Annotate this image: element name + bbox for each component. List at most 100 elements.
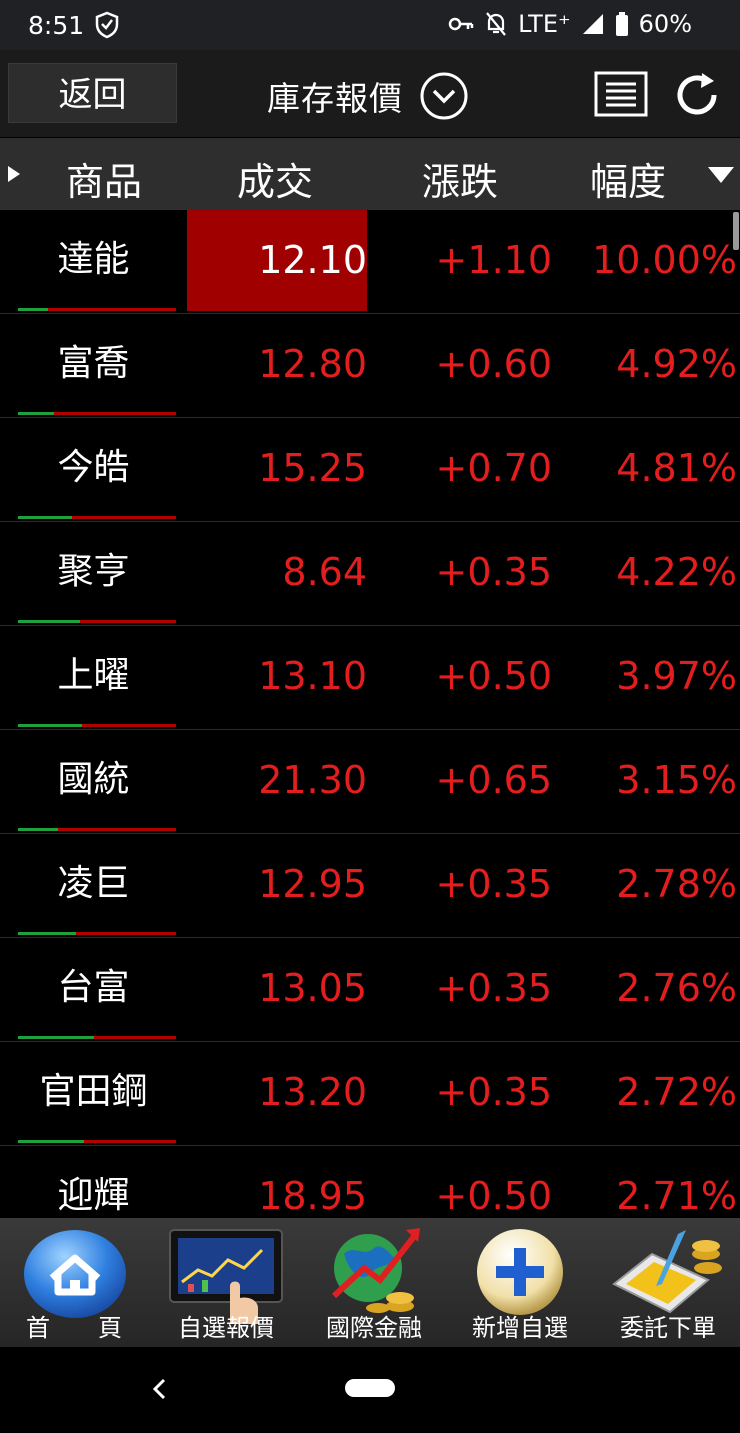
home-icon bbox=[24, 1230, 126, 1318]
bid-ask-bar bbox=[18, 516, 176, 519]
stock-name: 聚亨 bbox=[57, 551, 130, 592]
table-row[interactable]: 國統 21.30 +0.65 3.15% bbox=[0, 730, 740, 834]
table-row[interactable]: 凌巨 12.95 +0.35 2.78% bbox=[0, 834, 740, 938]
bid-ask-bar bbox=[18, 308, 176, 311]
percent-cell: 3.97% bbox=[616, 654, 737, 698]
refresh-icon[interactable] bbox=[672, 71, 724, 119]
change-cell: +0.65 bbox=[435, 758, 552, 802]
bid-ask-bar bbox=[18, 724, 176, 727]
percent-cell: 2.76% bbox=[616, 966, 737, 1010]
price-cell: 12.10 bbox=[187, 210, 367, 311]
bid-ask-bar bbox=[18, 828, 176, 831]
nav-home[interactable]: 首 頁 bbox=[10, 1218, 138, 1347]
status-bar: 8:51 LTE⁺ 60% bbox=[0, 0, 740, 50]
percent-cell: 10.00% bbox=[592, 238, 737, 282]
change-cell: +0.50 bbox=[435, 1174, 552, 1218]
bid-ask-bar bbox=[18, 412, 176, 415]
header-change[interactable]: 漲跌 bbox=[422, 151, 498, 206]
stock-name: 達能 bbox=[57, 239, 130, 280]
bid-ask-bar bbox=[18, 1140, 176, 1143]
percent-cell: 3.15% bbox=[616, 758, 737, 802]
nav-home-label: 首 頁 bbox=[26, 1314, 122, 1342]
signal-icon bbox=[582, 14, 603, 34]
table-row[interactable]: 迎輝 18.95 +0.50 2.71% bbox=[0, 1146, 740, 1218]
change-cell: +0.35 bbox=[435, 966, 552, 1010]
price-cell: 12.95 bbox=[258, 862, 367, 906]
back-button[interactable]: 返回 bbox=[8, 63, 177, 123]
price-cell: 15.25 bbox=[258, 446, 367, 490]
nav-international-label: 國際金融 bbox=[326, 1314, 422, 1342]
battery-icon bbox=[615, 12, 628, 36]
percent-cell: 2.72% bbox=[616, 1070, 737, 1114]
table-row[interactable]: 今皓 15.25 +0.70 4.81% bbox=[0, 418, 740, 522]
shield-icon bbox=[95, 11, 119, 39]
percent-cell: 4.22% bbox=[616, 550, 737, 594]
percent-cell: 2.78% bbox=[616, 862, 737, 906]
stock-name: 上曜 bbox=[57, 655, 130, 696]
change-cell: +0.70 bbox=[435, 446, 552, 490]
system-nav-bar bbox=[0, 1347, 740, 1433]
change-cell: +0.35 bbox=[435, 862, 552, 906]
chevron-down-circle-icon[interactable] bbox=[419, 71, 469, 121]
order-tablet-icon bbox=[612, 1230, 722, 1314]
change-cell: +0.35 bbox=[435, 550, 552, 594]
nav-add-label: 新增自選 bbox=[472, 1314, 568, 1342]
header-product[interactable]: 商品 bbox=[66, 151, 142, 206]
stock-name: 迎輝 bbox=[57, 1175, 130, 1216]
change-cell: +1.10 bbox=[435, 238, 552, 282]
percent-cell: 2.71% bbox=[616, 1174, 737, 1218]
table-row[interactable]: 官田鋼 13.20 +0.35 2.72% bbox=[0, 1042, 740, 1146]
percent-cell: 4.92% bbox=[616, 342, 737, 386]
plus-circle-icon bbox=[477, 1229, 563, 1315]
table-row[interactable]: 富喬 12.80 +0.60 4.92% bbox=[0, 314, 740, 418]
nav-international[interactable]: 國際金融 bbox=[306, 1218, 442, 1347]
nav-order-label: 委託下單 bbox=[620, 1314, 716, 1342]
stock-name: 官田鋼 bbox=[39, 1071, 148, 1112]
scrollbar[interactable] bbox=[733, 212, 739, 250]
change-cell: +0.50 bbox=[435, 654, 552, 698]
nav-watchlist[interactable]: 自選報價 bbox=[162, 1218, 290, 1347]
system-back-icon[interactable] bbox=[150, 1377, 170, 1401]
quote-list[interactable]: 達能 12.10 +1.10 10.00% 富喬 12.80 +0.60 4.9… bbox=[0, 210, 740, 1218]
stock-name: 凌巨 bbox=[57, 863, 130, 904]
bottom-nav: 首 頁 自選報價 國際金融 新增自選 委託下單 bbox=[0, 1218, 740, 1347]
table-row[interactable]: 達能 12.10 +1.10 10.00% bbox=[0, 210, 740, 314]
bid-ask-bar bbox=[18, 932, 176, 935]
nav-add-watchlist[interactable]: 新增自選 bbox=[452, 1218, 588, 1347]
page-title[interactable]: 庫存報價 bbox=[267, 72, 403, 120]
change-cell: +0.60 bbox=[435, 342, 552, 386]
price-cell: 18.95 bbox=[258, 1174, 367, 1218]
bid-ask-bar bbox=[18, 1036, 176, 1039]
network-type: LTE⁺ bbox=[518, 10, 571, 38]
stock-name: 國統 bbox=[57, 759, 130, 800]
stock-name: 富喬 bbox=[57, 343, 130, 384]
price-cell: 13.20 bbox=[258, 1070, 367, 1114]
nav-order[interactable]: 委託下單 bbox=[600, 1218, 736, 1347]
system-home-pill[interactable] bbox=[345, 1379, 395, 1397]
mute-bell-icon bbox=[486, 12, 506, 36]
list-icon[interactable] bbox=[594, 71, 648, 117]
price-cell: 21.30 bbox=[258, 758, 367, 802]
expand-arrow-icon[interactable] bbox=[6, 165, 22, 183]
header-percent[interactable]: 幅度 bbox=[590, 151, 666, 206]
battery-level: 60% bbox=[638, 10, 692, 38]
table-row[interactable]: 台富 13.05 +0.35 2.76% bbox=[0, 938, 740, 1042]
status-time: 8:51 bbox=[28, 11, 85, 40]
change-cell: +0.35 bbox=[435, 1070, 552, 1114]
nav-watchlist-label: 自選報價 bbox=[178, 1314, 274, 1342]
bid-ask-bar bbox=[18, 620, 176, 623]
globe-money-icon bbox=[331, 1228, 420, 1313]
column-header: 商品 成交 漲跌 幅度 bbox=[0, 138, 740, 210]
header-price[interactable]: 成交 bbox=[237, 151, 313, 206]
stock-name: 台富 bbox=[57, 967, 130, 1008]
key-icon bbox=[448, 17, 474, 31]
table-row[interactable]: 上曜 13.10 +0.50 3.97% bbox=[0, 626, 740, 730]
toolbar: 返回 庫存報價 bbox=[0, 50, 740, 137]
percent-cell: 4.81% bbox=[616, 446, 737, 490]
sort-down-icon[interactable] bbox=[707, 166, 735, 184]
price-cell: 13.05 bbox=[258, 966, 367, 1010]
price-cell: 13.10 bbox=[258, 654, 367, 698]
price-cell: 8.64 bbox=[282, 550, 367, 594]
stock-name: 今皓 bbox=[57, 447, 130, 488]
table-row[interactable]: 聚亨 8.64 +0.35 4.22% bbox=[0, 522, 740, 626]
